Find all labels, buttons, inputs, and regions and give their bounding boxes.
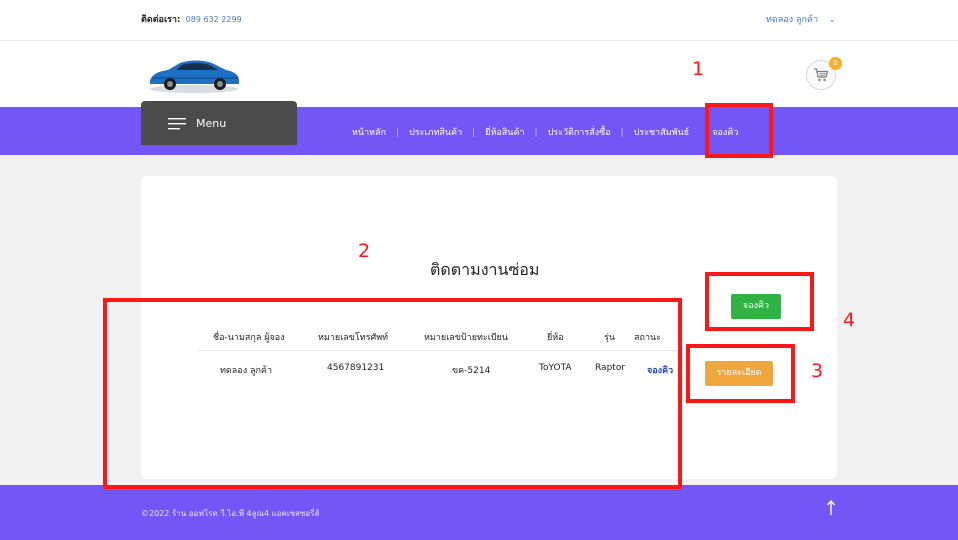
nav-separator: | bbox=[534, 128, 538, 138]
account-menu[interactable]: ทดลอง ลูกค้า ⌄ bbox=[766, 12, 836, 26]
nav-separator: | bbox=[472, 128, 476, 138]
chevron-down-icon[interactable]: ⌄ bbox=[829, 15, 836, 24]
annotation-number-3: 3 bbox=[811, 360, 824, 382]
annotation-number-4: 4 bbox=[843, 309, 856, 331]
contact-info: ติดต่อเรา: 089 632 2299 bbox=[141, 12, 242, 26]
contact-phone[interactable]: 089 632 2299 bbox=[186, 15, 242, 24]
annotation-number-2: 2 bbox=[358, 240, 371, 262]
annotation-number-1: 1 bbox=[692, 58, 705, 80]
contact-label: ติดต่อเรา: bbox=[141, 15, 181, 25]
shopping-cart-icon[interactable] bbox=[813, 67, 829, 83]
nav-separator: | bbox=[620, 128, 624, 138]
annotation-box-2 bbox=[103, 298, 682, 489]
nav-categories[interactable]: ประเภทสินค้า bbox=[409, 125, 462, 139]
page-title: ติดตามงานซ่อม bbox=[430, 260, 540, 279]
account-name[interactable]: ทดลอง ลูกค้า bbox=[766, 15, 818, 25]
arrow-up-icon[interactable] bbox=[826, 500, 836, 516]
menu-button[interactable]: Menu bbox=[141, 101, 297, 145]
annotation-box-3 bbox=[686, 344, 795, 403]
annotation-box-1 bbox=[705, 103, 773, 158]
cart-count-badge: 0 bbox=[829, 57, 842, 70]
menu-label[interactable]: Menu bbox=[196, 117, 226, 130]
nav-announcements[interactable]: ประชาสัมพันธ์ bbox=[634, 125, 690, 139]
copyright-text: ©2022 ร้าน ออฟโรด วี.ไอ.พี 4ลูณ4 แอคเซสซ… bbox=[141, 509, 320, 518]
nav-brands[interactable]: ยี่ห้อสินค้า bbox=[485, 125, 524, 139]
annotation-box-4 bbox=[705, 272, 814, 331]
hamburger-icon[interactable] bbox=[168, 118, 186, 130]
nav-links: หน้าหลัก | ประเภทสินค้า | ยี่ห้อสินค้า | ประวั… bbox=[352, 125, 738, 139]
nav-separator: | bbox=[396, 128, 400, 138]
car-logo-icon[interactable] bbox=[146, 55, 242, 99]
nav-order-history[interactable]: ประวัติการสั่งซื้อ bbox=[548, 125, 611, 139]
nav-home[interactable]: หน้าหลัก bbox=[352, 125, 386, 139]
